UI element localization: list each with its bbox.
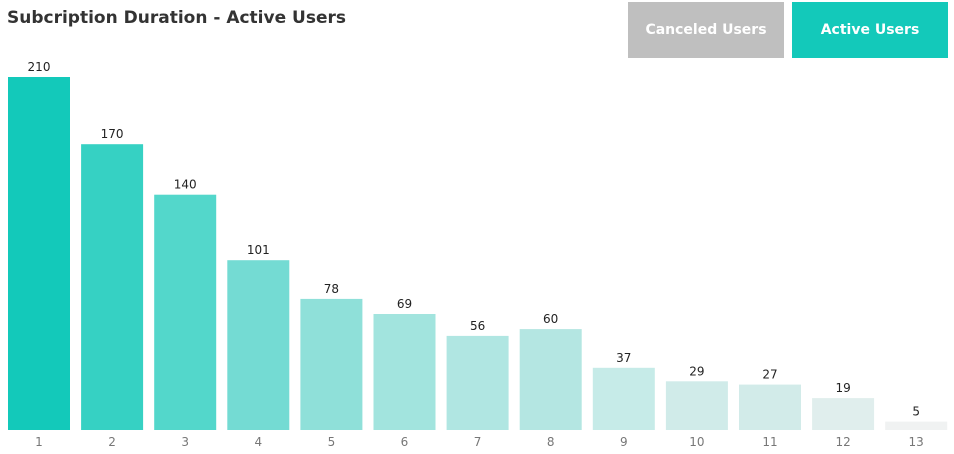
data-label-3: 140: [174, 178, 197, 192]
x-axis-ticks-group: 1 2 3 4 5 6 7 8 9 10 11 12 13: [35, 435, 924, 449]
x-tick-10: 10: [689, 435, 704, 449]
x-tick-4: 4: [254, 435, 262, 449]
data-label-4: 101: [247, 243, 270, 257]
bar-7[interactable]: [446, 335, 509, 430]
data-label-10: 29: [689, 364, 704, 378]
bar-13[interactable]: [885, 421, 948, 430]
data-label-5: 78: [324, 282, 339, 296]
bar-3[interactable]: [154, 194, 217, 430]
bar-5[interactable]: [300, 298, 363, 430]
x-tick-11: 11: [762, 435, 777, 449]
x-tick-8: 8: [547, 435, 555, 449]
x-tick-2: 2: [108, 435, 116, 449]
data-label-8: 60: [543, 312, 558, 326]
bar-6[interactable]: [373, 314, 436, 430]
x-tick-1: 1: [35, 435, 43, 449]
data-label-11: 27: [762, 368, 777, 382]
data-label-12: 19: [835, 381, 850, 395]
x-tick-13: 13: [909, 435, 924, 449]
x-tick-5: 5: [328, 435, 336, 449]
x-tick-9: 9: [620, 435, 628, 449]
bar-9[interactable]: [592, 367, 655, 430]
data-label-6: 69: [397, 297, 412, 311]
data-label-7: 56: [470, 319, 485, 333]
bar-4[interactable]: [227, 260, 290, 430]
bar-2[interactable]: [81, 144, 144, 430]
bars-group: [8, 77, 948, 430]
data-label-9: 37: [616, 351, 631, 365]
x-tick-3: 3: [181, 435, 189, 449]
bar-10[interactable]: [665, 381, 728, 430]
data-label-13: 5: [912, 405, 920, 419]
data-label-1: 210: [28, 60, 51, 74]
bar-chart: 210170140101786956 603729 27195 1234567891…: [8, 60, 948, 449]
bar-1[interactable]: [8, 77, 70, 430]
bar-8[interactable]: [519, 329, 582, 430]
x-tick-7: 7: [474, 435, 482, 449]
bar-12[interactable]: [812, 398, 875, 430]
data-label-2: 170: [101, 127, 124, 141]
x-tick-12: 12: [835, 435, 850, 449]
bar-11[interactable]: [739, 384, 801, 430]
x-tick-6: 6: [401, 435, 409, 449]
